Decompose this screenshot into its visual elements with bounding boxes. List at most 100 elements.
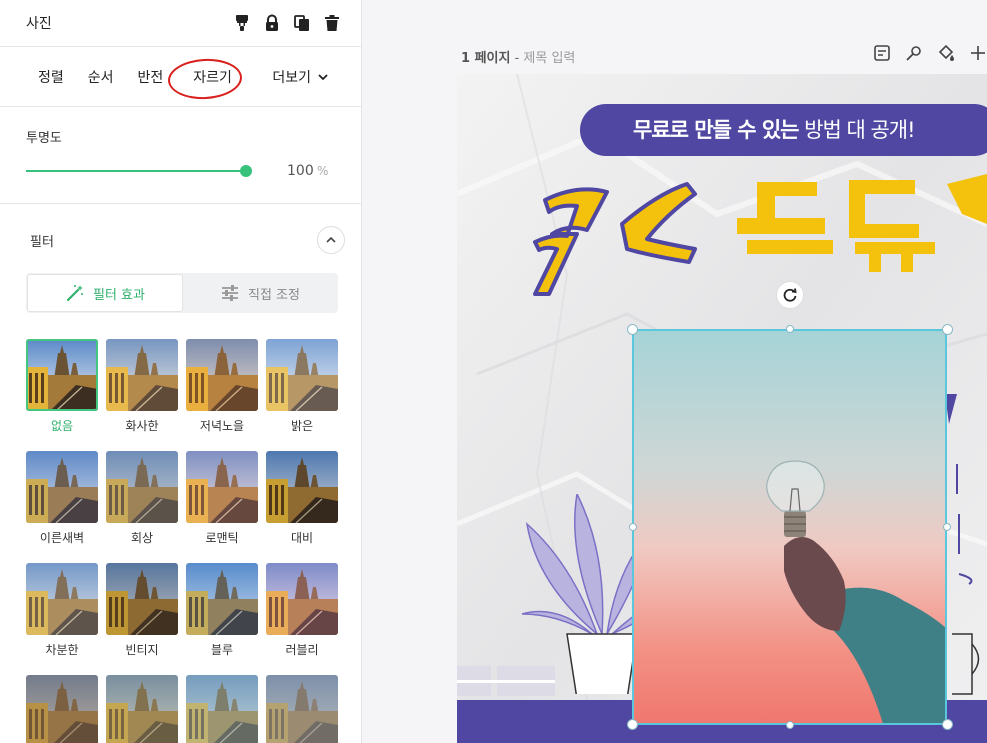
lock-icon[interactable]	[263, 14, 281, 32]
opacity-unit: %	[317, 164, 329, 178]
filter-option-label: 빈티지	[125, 643, 159, 657]
resize-handle-right[interactable]	[943, 523, 951, 531]
filter-option-label: 차분한	[45, 643, 79, 657]
manual-adjust-label: 직접 조정	[248, 287, 300, 303]
resize-handle-left[interactable]	[629, 523, 637, 531]
filter-option[interactable]: 저녁노을	[186, 339, 258, 433]
filter-option[interactable]: 차분한	[26, 563, 98, 657]
edit-tabs: 정렬 순서 반전 자르기 더보기	[0, 47, 361, 107]
filter-option[interactable]: 블루	[186, 563, 258, 657]
collapse-button[interactable]	[317, 226, 345, 254]
banner-light-text: 방법 대 공개!	[798, 118, 915, 142]
opacity-slider-track[interactable]	[26, 170, 246, 172]
rotate-icon	[783, 288, 797, 302]
resize-handle-top[interactable]	[786, 325, 794, 333]
filter-option[interactable]: 로맨틱	[186, 451, 258, 545]
tab-order[interactable]: 순서	[88, 67, 114, 87]
filter-option[interactable]: 이른새벽	[26, 451, 98, 545]
tab-flip[interactable]: 반전	[138, 67, 164, 87]
copy-icon[interactable]	[293, 14, 311, 32]
filter-option-label: 로맨틱	[205, 531, 239, 545]
filter-option-label: 대비	[290, 531, 314, 545]
filter-thumbnail[interactable]	[266, 339, 338, 411]
deco-line	[457, 680, 555, 683]
resize-handle-bottom-right[interactable]	[942, 719, 953, 730]
more-button[interactable]: 더보기	[272, 67, 329, 87]
panel-header: 사진	[0, 0, 361, 47]
tab-crop[interactable]: 자르기	[187, 67, 238, 87]
selected-photo[interactable]	[632, 329, 947, 725]
filter-option[interactable]	[266, 675, 338, 743]
header-icons	[233, 14, 341, 32]
filter-thumbnail[interactable]	[106, 563, 178, 635]
filter-thumbnail[interactable]	[106, 451, 178, 523]
filter-thumbnail[interactable]	[26, 563, 98, 635]
page-number: 1 페이지	[461, 51, 511, 66]
filter-thumbnail[interactable]	[26, 451, 98, 523]
filter-option[interactable]: 빈티지	[106, 563, 178, 657]
filter-thumbnail[interactable]	[186, 451, 258, 523]
opacity-value[interactable]: 100	[287, 163, 314, 179]
filter-title-row: 필터	[30, 226, 345, 254]
filter-option[interactable]	[26, 675, 98, 743]
page-title-input[interactable]: 제목 입력	[523, 51, 575, 66]
fill-bucket-icon[interactable]	[937, 44, 955, 62]
filter-thumbnail[interactable]	[106, 339, 178, 411]
filter-option[interactable]: 없음	[26, 339, 98, 433]
opacity-slider-knob[interactable]	[240, 165, 252, 177]
resize-handle-bottom[interactable]	[786, 721, 794, 729]
resize-handle-top-right[interactable]	[942, 324, 953, 335]
filter-option-label: 회상	[130, 531, 154, 545]
page-separator: -	[510, 51, 524, 66]
memo-icon[interactable]	[873, 44, 891, 62]
panel-title: 사진	[26, 16, 52, 32]
tab-align[interactable]: 정렬	[38, 67, 64, 87]
filter-thumbnail[interactable]	[186, 339, 258, 411]
filter-option-label: 이른새벽	[39, 531, 85, 545]
more-label: 더보기	[272, 70, 311, 86]
filter-option-label: 블루	[210, 643, 234, 657]
filter-option-label: 저녁노을	[199, 419, 245, 433]
filter-option[interactable]: 화사한	[106, 339, 178, 433]
filter-title: 필터	[30, 234, 54, 250]
opacity-label: 투명도	[26, 131, 62, 146]
banner-bold-text: 무료로 만들 수 있는	[633, 118, 799, 142]
filter-option[interactable]: 밝은	[266, 339, 338, 433]
filter-thumbnail[interactable]	[266, 451, 338, 523]
filter-thumbnail[interactable]	[186, 563, 258, 635]
filter-option[interactable]	[186, 675, 258, 743]
filter-option[interactable]: 회상	[106, 451, 178, 545]
rotate-button[interactable]	[776, 281, 804, 309]
resize-handle-bottom-left[interactable]	[627, 719, 638, 730]
filter-thumbnail[interactable]	[266, 563, 338, 635]
resize-handle-top-left[interactable]	[627, 324, 638, 335]
filter-option[interactable]: 러블리	[266, 563, 338, 657]
filter-option-label: 화사한	[125, 419, 159, 433]
filter-thumbnail[interactable]	[266, 675, 338, 743]
filter-effect-label: 필터 효과	[93, 287, 145, 303]
plus-icon[interactable]	[969, 44, 987, 62]
trash-icon[interactable]	[323, 14, 341, 32]
lightbulb-photo	[634, 331, 945, 723]
page-tools	[873, 44, 987, 62]
chevron-up-icon	[326, 236, 336, 243]
filter-thumbnail[interactable]	[26, 339, 98, 411]
filter-thumbnail[interactable]	[186, 675, 258, 743]
filter-option[interactable]	[106, 675, 178, 743]
manual-adjust-button[interactable]: 직접 조정	[183, 274, 337, 312]
filter-thumbnail[interactable]	[106, 675, 178, 743]
magic-pen-icon[interactable]	[905, 44, 923, 62]
sliders-icon	[222, 285, 238, 301]
filter-grid: 없음 화사한 저녁노을 밝은 이른새벽 회상 로맨틱 대비 차분한 빈티지 블루…	[26, 339, 338, 743]
promo-banner[interactable]: 무료로 만들 수 있는 방법 대 공개!	[580, 104, 987, 156]
photo-properties-panel: 사진 정렬 순서 반전 자르기 더보기 투명도 100 % 필터 필터 효과 직…	[0, 0, 362, 743]
chevron-down-icon	[318, 74, 328, 81]
filter-effect-button[interactable]: 필터 효과	[27, 274, 183, 312]
filter-option-label: 러블리	[285, 643, 319, 657]
paint-roller-icon[interactable]	[233, 14, 251, 32]
filter-section: 필터 필터 효과 직접 조정 없음 화사한 저녁노을 밝은 이른새벽 회상 로맨…	[0, 204, 361, 743]
page-title-bar: 1 페이지 - 제목 입력	[461, 47, 575, 66]
filter-option[interactable]: 대비	[266, 451, 338, 545]
filter-thumbnail[interactable]	[26, 675, 98, 743]
filter-mode-toggle: 필터 효과 직접 조정	[26, 273, 338, 313]
